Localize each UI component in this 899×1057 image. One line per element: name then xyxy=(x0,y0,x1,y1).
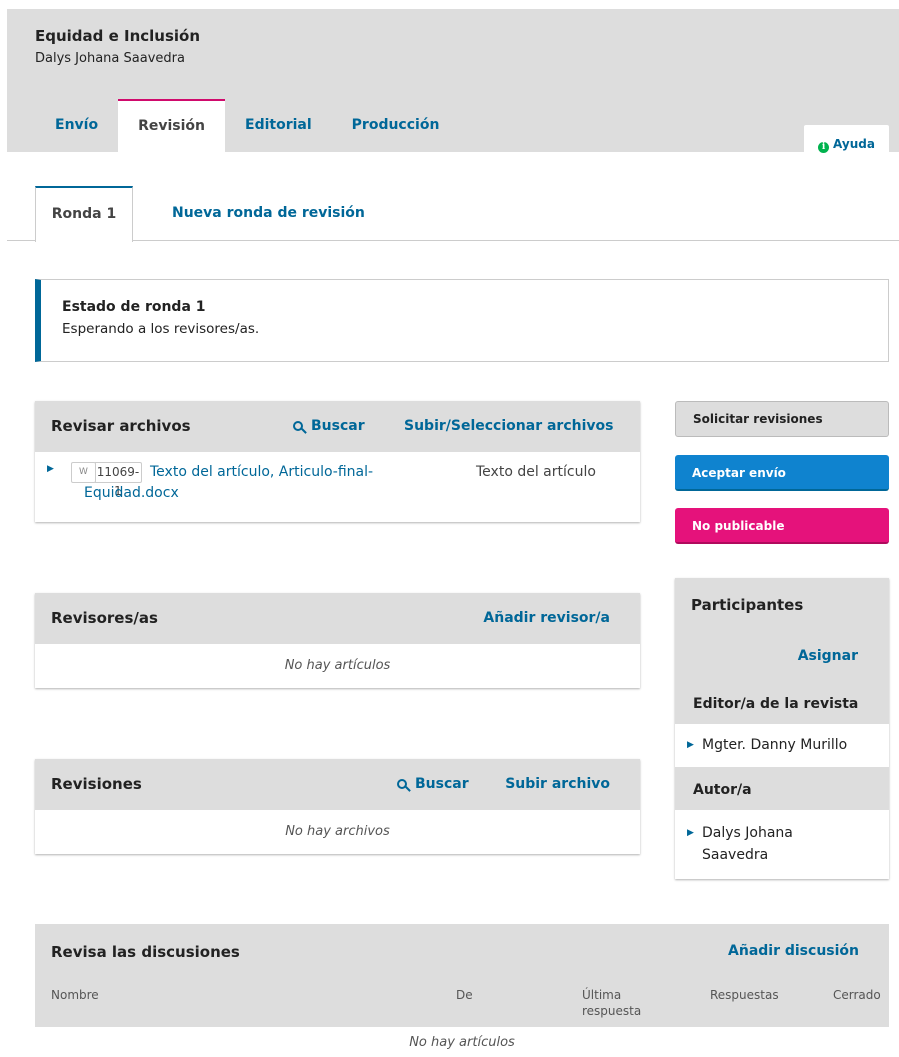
tab-submission[interactable]: Envío xyxy=(35,99,118,152)
assign-participant-link[interactable]: Asignar xyxy=(798,648,858,664)
tab-production[interactable]: Producción xyxy=(332,99,460,152)
new-review-round-link[interactable]: Nueva ronda de revisión xyxy=(172,186,365,241)
add-discussion-link[interactable]: Añadir discusión xyxy=(728,943,859,959)
column-last-reply: Última respuesta xyxy=(582,987,641,1019)
request-revisions-button[interactable]: Solicitar revisiones xyxy=(675,401,889,437)
word-document-icon: W xyxy=(71,462,96,483)
participant-name: Mgter. Danny Murillo xyxy=(702,737,848,753)
review-files-header: Revisar archivos Buscar Subir/Selecciona… xyxy=(35,401,640,452)
file-type: Texto del artículo xyxy=(476,464,596,480)
round-status-text: Esperando a los revisores/as. xyxy=(62,321,260,337)
column-name: Nombre xyxy=(51,988,99,1002)
search-icon xyxy=(397,779,407,789)
participants-title: Participantes xyxy=(691,596,804,614)
participant-item[interactable]: ▶ Dalys Johana Saavedra xyxy=(675,810,889,879)
accept-submission-button[interactable]: Aceptar envío xyxy=(675,455,889,491)
upload-select-files-link[interactable]: Subir/Seleccionar archivos xyxy=(404,418,613,434)
submission-title: Equidad e Inclusión xyxy=(35,27,201,45)
review-files-panel: Revisar archivos Buscar Subir/Selecciona… xyxy=(35,401,640,522)
info-icon: i xyxy=(818,142,830,153)
help-button[interactable]: i Ayuda xyxy=(804,125,889,161)
participant-group-editor: Editor/a de la revista xyxy=(693,696,859,712)
search-label: Buscar xyxy=(415,776,469,792)
revisions-panel: Revisiones Buscar Subir archivo No hay a… xyxy=(35,759,640,854)
revisions-search-button[interactable]: Buscar xyxy=(397,776,469,792)
participant-group-author: Autor/a xyxy=(693,782,752,798)
file-name-link[interactable]: Texto del artículo, Articulo-final- xyxy=(150,462,435,483)
tab-editorial[interactable]: Editorial xyxy=(225,99,332,152)
file-id-badge: 11069-1 xyxy=(95,462,142,498)
expand-caret-icon: ▶ xyxy=(687,740,694,750)
participant-name-line2: Saavedra xyxy=(702,847,769,863)
column-last-reply-line1: Última xyxy=(582,988,622,1002)
file-row: ▶ W 11069-1 Texto del artículo, Articulo… xyxy=(35,452,640,523)
submission-header: Equidad e Inclusión Dalys Johana Saavedr… xyxy=(7,9,899,161)
reviewers-empty: No hay artículos xyxy=(284,658,391,673)
expand-caret-icon: ▶ xyxy=(687,828,694,838)
column-replies: Respuestas xyxy=(710,988,779,1002)
revisions-header: Revisiones Buscar Subir archivo xyxy=(35,759,640,810)
decline-submission-button[interactable]: No publicable xyxy=(675,508,889,544)
discussions-title: Revisa las discusiones xyxy=(51,943,240,961)
tab-round-1[interactable]: Ronda 1 xyxy=(35,186,133,242)
workflow-tabs: Envío Revisión Editorial Producción xyxy=(35,99,459,152)
participant-name-line1: Dalys Johana xyxy=(702,825,793,841)
upload-file-link[interactable]: Subir archivo xyxy=(505,776,610,792)
discussions-body: No hay artículos xyxy=(35,1027,889,1057)
round-status-title: Estado de ronda 1 xyxy=(62,299,206,315)
tab-review[interactable]: Revisión xyxy=(118,99,225,152)
revisions-title: Revisiones xyxy=(51,775,142,793)
reviewers-header: Revisores/as Añadir revisor/a xyxy=(35,593,640,644)
reviewers-panel: Revisores/as Añadir revisor/a No hay art… xyxy=(35,593,640,688)
participants-panel: Participantes Asignar Editor/a de la rev… xyxy=(675,578,889,879)
column-from: De xyxy=(456,988,473,1002)
search-label: Buscar xyxy=(311,418,365,434)
submission-author: Dalys Johana Saavedra xyxy=(35,51,185,66)
review-files-search-button[interactable]: Buscar xyxy=(293,418,365,434)
column-closed: Cerrado xyxy=(833,988,881,1002)
round-status-box: Estado de ronda 1 Esperando a los reviso… xyxy=(35,279,889,362)
discussions-panel: Revisa las discusiones Añadir discusión … xyxy=(35,924,889,1057)
participant-item[interactable]: ▶ Mgter. Danny Murillo xyxy=(675,724,889,767)
review-round-tabs: Ronda 1 Nueva ronda de revisión xyxy=(7,186,899,242)
file-name-link-cont[interactable]: Equidad.docx xyxy=(84,485,179,501)
add-reviewer-link[interactable]: Añadir revisor/a xyxy=(483,610,610,626)
expand-caret-icon[interactable]: ▶ xyxy=(47,464,54,474)
revisions-empty: No hay archivos xyxy=(285,824,390,839)
column-last-reply-line2: respuesta xyxy=(582,1004,642,1018)
reviewers-title: Revisores/as xyxy=(51,609,158,627)
discussions-empty: No hay artículos xyxy=(409,1035,515,1050)
search-icon xyxy=(293,421,303,431)
review-files-title: Revisar archivos xyxy=(51,417,191,435)
help-label: Ayuda xyxy=(833,137,875,151)
